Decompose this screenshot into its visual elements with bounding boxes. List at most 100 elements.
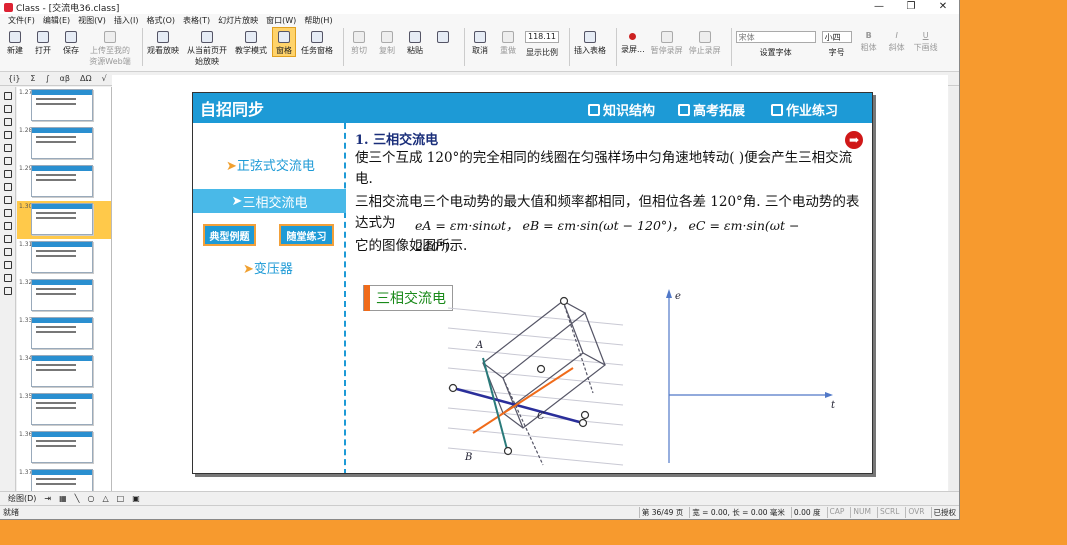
thumbnail[interactable]: 1.33 [17, 315, 111, 353]
outline-pane-button[interactable]: 窗格 [272, 27, 296, 57]
thumbnail[interactable]: 1.32 [17, 277, 111, 315]
triangle-icon[interactable]: △ [102, 494, 108, 503]
save-button[interactable]: 保存 [60, 28, 82, 56]
select-arrow-icon[interactable]: ⇥ [44, 494, 51, 503]
menu-window[interactable]: 窗口(W) [266, 15, 296, 26]
redo-button[interactable]: 重做 [497, 28, 519, 56]
task-pane-button[interactable]: 任务窗格 [301, 28, 333, 56]
circle-icon[interactable]: ○ [88, 494, 95, 503]
play-from-current-button[interactable]: 从当前页开始放映 [185, 28, 229, 67]
thumbnail[interactable]: 1.28 [17, 125, 111, 163]
sum-button[interactable]: Σ [30, 74, 35, 83]
underline-button[interactable]: U 下画线 [914, 28, 938, 53]
line-icon[interactable]: ╲ [75, 494, 80, 503]
undo-button[interactable]: 取消 [469, 28, 491, 56]
coil-node [559, 296, 569, 306]
cycle-tool-icon[interactable] [3, 274, 12, 282]
rectangle-icon[interactable]: □ [117, 494, 125, 503]
marker-tool-icon[interactable] [3, 118, 12, 126]
menu-edit[interactable]: 编辑(E) [43, 15, 70, 26]
eraser-tool-icon[interactable] [3, 131, 12, 139]
nav-three-phase-ac[interactable]: ➤ 三相交流电 [193, 189, 346, 213]
slide-left-nav: ➤正弦式交流电 ➤ 三相交流电 典型例题 随堂练习 ➤变压器 [193, 123, 346, 473]
arc-tool-icon[interactable] [3, 248, 12, 256]
menu-help[interactable]: 帮助(H) [304, 15, 332, 26]
class-exercise-button[interactable]: 随堂练习 [279, 224, 334, 246]
format-painter-button[interactable] [432, 28, 454, 45]
greek-lower-button[interactable]: αβ [60, 74, 70, 83]
text-tool-icon[interactable] [3, 157, 12, 165]
thumbnail-selected[interactable]: 1.30 [17, 201, 111, 239]
thumbnail[interactable]: 1.36 [17, 429, 111, 467]
pen-tool-icon[interactable] [3, 105, 12, 113]
font-size-control[interactable]: 小四 字号 [821, 28, 852, 58]
hexagon-tool-icon[interactable] [3, 235, 12, 243]
italic-button[interactable]: I 斜体 [886, 28, 908, 53]
thumbnail[interactable]: 1.35 [17, 391, 111, 429]
draw-menu[interactable]: 绘图(D) [8, 493, 36, 504]
integral-button[interactable]: ∫ [45, 74, 49, 83]
zoom-control[interactable]: 118.11 显示比例 [525, 28, 559, 58]
teaching-icon [245, 31, 257, 43]
hierarchy-icon [588, 103, 600, 116]
close-button[interactable]: ✕ [927, 0, 959, 14]
menu-table[interactable]: 表格(T) [183, 15, 210, 26]
field-line [447, 367, 624, 386]
square-tool-icon[interactable] [3, 222, 12, 230]
thumbnail[interactable]: 1.29 [17, 163, 111, 201]
paste-button[interactable]: 粘贴 [404, 28, 426, 56]
grid-icon[interactable]: ▦ [59, 494, 67, 503]
stop-record-button[interactable]: 停止录屏 [689, 28, 721, 56]
menu-file[interactable]: 文件(F) [8, 15, 35, 26]
thumbnail[interactable]: 1.37 [17, 467, 111, 491]
gear-tool-icon[interactable] [3, 287, 12, 295]
nav-sine-ac[interactable]: ➤正弦式交流电 [226, 155, 315, 174]
menu-insert[interactable]: 插入(I) [114, 15, 139, 26]
brush-tool-icon[interactable] [3, 144, 12, 152]
greek-upper-button[interactable]: ΔΩ [80, 74, 92, 83]
bracket-tool-icon[interactable] [3, 196, 12, 204]
thumbnail[interactable]: 1.34 [17, 353, 111, 391]
font-control[interactable]: 宋体 设置字体 [735, 28, 816, 58]
menu-slideshow[interactable]: 幻灯片放映 [218, 15, 258, 26]
open-button[interactable]: 打开 [32, 28, 54, 56]
bold-button[interactable]: B 粗体 [858, 28, 880, 53]
nav-exam-extension[interactable]: 高考拓展 [678, 100, 745, 119]
sqrt-button[interactable]: √ [102, 74, 107, 83]
record-button[interactable]: 录屏... [621, 28, 645, 55]
teaching-mode-button[interactable]: 教学模式 [235, 28, 267, 56]
nav-transformer[interactable]: ➤变压器 [243, 258, 293, 277]
formula-insert-button[interactable]: {i} [8, 74, 20, 83]
thumbnail[interactable]: 1.31 [17, 239, 111, 277]
pause-record-button[interactable]: 暂停录屏 [651, 28, 683, 56]
upload-button[interactable]: 上传至我的资源Web端 [88, 28, 132, 67]
menu-format[interactable]: 格式(O) [146, 15, 175, 26]
nav-homework[interactable]: 作业练习 [771, 100, 838, 119]
menu-view[interactable]: 视图(V) [78, 15, 106, 26]
insert-table-button[interactable]: 插入表格 [574, 28, 606, 56]
nav-knowledge-structure[interactable]: 知识结构 [588, 100, 655, 119]
new-button[interactable]: 新建 [4, 28, 26, 56]
typical-examples-button[interactable]: 典型例题 [203, 224, 256, 246]
line-tool-icon[interactable] [3, 92, 12, 100]
canvas-vertical-scrollbar[interactable] [949, 87, 959, 491]
maximize-button[interactable]: ❐ [895, 0, 927, 14]
left-tool-strip [0, 87, 16, 491]
pane-icon [278, 31, 290, 43]
thumbnail[interactable]: 1.27 [17, 87, 111, 125]
subscript-tool-icon[interactable] [3, 183, 12, 191]
coil-node [448, 383, 458, 393]
cut-button[interactable]: 剪切 [348, 28, 370, 56]
upload-icon [104, 31, 116, 43]
status-angle: 0.00 度 [790, 507, 823, 518]
superscript-tool-icon[interactable] [3, 170, 12, 178]
watch-slideshow-button[interactable]: 观看放映 [147, 28, 179, 56]
status-bar: 就绪 第 36/49 页 宽 = 0.00, 长 = 0.00 毫米 0.00 … [0, 505, 959, 519]
minimize-button[interactable]: — [863, 0, 895, 14]
image-icon[interactable]: ▣ [132, 494, 140, 503]
copy-button[interactable]: 复制 [376, 28, 398, 56]
circle-tool-icon[interactable] [3, 209, 12, 217]
app-window: Class - [交流电36.class] — ❐ ✕ 文件(F) 编辑(E) … [0, 0, 960, 520]
house-tool-icon[interactable] [3, 261, 12, 269]
bold-icon: B [865, 31, 872, 40]
